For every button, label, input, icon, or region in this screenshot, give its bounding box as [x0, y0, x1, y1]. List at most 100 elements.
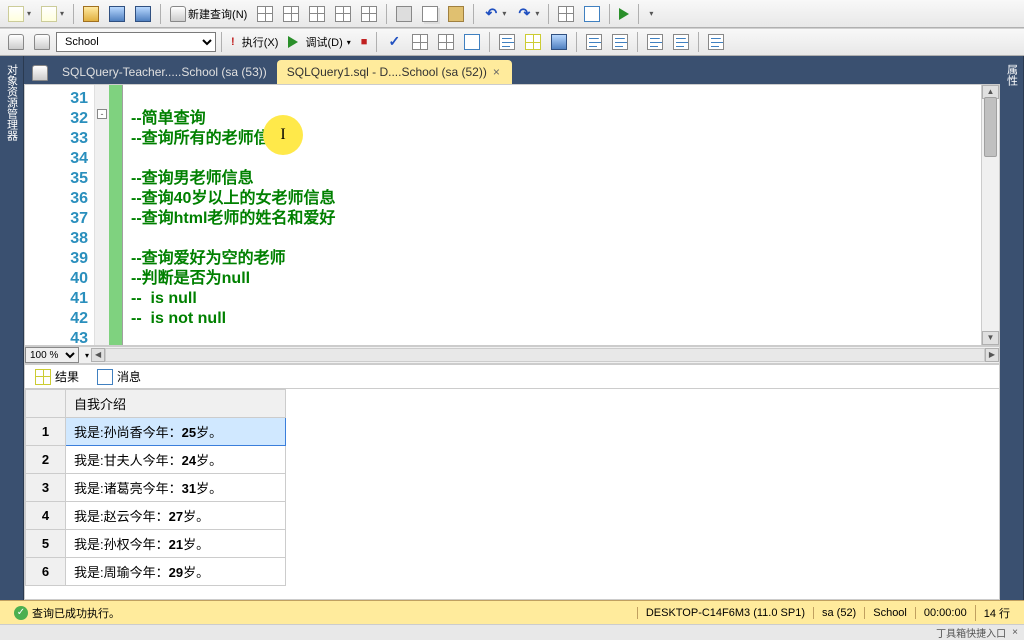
save-button[interactable] [105, 3, 129, 25]
undo-button[interactable]: ↶ [479, 3, 510, 25]
status-server: DESKTOP-C14F6M3 (11.0 SP1) [637, 607, 813, 619]
footer-bar: 丁具箱快捷入口 × [0, 624, 1024, 640]
toolbox-shortcut-label[interactable]: 丁具箱快捷入口 [936, 625, 1006, 640]
undo-icon: ↶ [483, 6, 499, 22]
config-button[interactable] [644, 3, 657, 25]
messages-tab-label: 消息 [117, 368, 141, 385]
tb-btn-7[interactable] [305, 3, 329, 25]
row-header[interactable]: 2 [26, 446, 66, 474]
footer-close-icon[interactable]: × [1012, 627, 1018, 638]
intellisense-button[interactable] [460, 31, 484, 53]
zoom-down-icon: ▾ [85, 351, 89, 360]
parse-button[interactable]: ✓ [382, 31, 406, 53]
editor-vertical-scrollbar[interactable]: ▲ ▼ [981, 85, 999, 345]
execute-label: 执行(X) [242, 34, 279, 50]
new-query-button[interactable]: 新建查询(N) [166, 3, 251, 25]
fold-strip: - [95, 85, 109, 345]
open-button[interactable] [79, 3, 103, 25]
tb-btn-9[interactable] [357, 3, 381, 25]
plan-button[interactable] [408, 31, 432, 53]
specify-icon [708, 34, 724, 50]
messages-tab[interactable]: 消息 [93, 366, 145, 387]
results-tab[interactable]: 结果 [31, 366, 83, 387]
new-icon [8, 6, 24, 22]
column-header[interactable]: 自我介绍 [66, 390, 286, 418]
hscroll-right-arrow[interactable]: ▶ [985, 348, 999, 362]
tb-btn-15[interactable] [554, 3, 578, 25]
result-cell[interactable]: 我是:甘夫人今年：24岁。 [66, 446, 286, 474]
connect-icon [8, 34, 24, 50]
cancel-query-button[interactable]: ■ [357, 31, 372, 53]
database-selector[interactable]: School [56, 32, 216, 52]
connect-button[interactable] [4, 31, 28, 53]
row-header[interactable]: 5 [26, 530, 66, 558]
code-area[interactable]: I --简单查询--查询所有的老师信息--查询男老师信息--查询40岁以上的女老… [123, 85, 981, 345]
debug-play-icon [288, 36, 298, 48]
row-header[interactable]: 6 [26, 558, 66, 586]
code-line: --判断是否为null [131, 269, 973, 289]
save-all-icon [135, 6, 151, 22]
stop-icon: ■ [361, 36, 368, 48]
results-file-button[interactable] [547, 31, 571, 53]
row-header[interactable]: 4 [26, 502, 66, 530]
copy-button[interactable] [418, 3, 442, 25]
debug-button[interactable]: 调试(D)▾ [284, 31, 354, 53]
tb-btn-5[interactable] [253, 3, 277, 25]
indent-button[interactable] [643, 31, 667, 53]
status-database: School [864, 607, 915, 619]
fold-toggle[interactable]: - [97, 109, 107, 119]
results-grid-button[interactable] [521, 31, 545, 53]
corner-header [26, 390, 66, 418]
tab-active[interactable]: SQLQuery1.sql - D....School (sa (52))× [277, 60, 512, 84]
start-button[interactable] [615, 3, 633, 25]
scroll-down-arrow[interactable]: ▼ [982, 331, 999, 345]
tb-btn-16[interactable] [580, 3, 604, 25]
object-explorer-panel[interactable]: 对象资源管理器 [0, 56, 24, 616]
options-icon [438, 34, 454, 50]
properties-panel[interactable]: 属性 [1000, 56, 1024, 616]
result-cell[interactable]: 我是:周瑜今年：29岁。 [66, 558, 286, 586]
results-text-button[interactable] [495, 31, 519, 53]
tb-btn-8[interactable] [331, 3, 355, 25]
results-grid[interactable]: 自我介绍 1我是:孙尚香今年：25岁。2我是:甘夫人今年：24岁。3我是:诸葛亮… [25, 389, 999, 599]
change-connection-button[interactable] [30, 31, 54, 53]
code-line: --简单查询 [131, 109, 973, 129]
comment-button[interactable] [582, 31, 606, 53]
zoom-selector[interactable]: 100 % [25, 347, 79, 363]
save-all-button[interactable] [131, 3, 155, 25]
code-line: --查询html老师的姓名和爱好 [131, 209, 973, 229]
cut-icon [396, 6, 412, 22]
tab-close-icon[interactable]: × [491, 65, 502, 79]
execute-button[interactable]: ! 执行(X) [227, 31, 282, 53]
properties-label: 属性 [1004, 64, 1020, 86]
result-cell[interactable]: 我是:孙权今年：21岁。 [66, 530, 286, 558]
code-line: --查询爱好为空的老师 [131, 249, 973, 269]
outdent-button[interactable] [669, 31, 693, 53]
grid-results-icon [525, 34, 541, 50]
object-explorer-label: 对象资源管理器 [4, 64, 20, 141]
result-cell[interactable]: 我是:诸葛亮今年：31岁。 [66, 474, 286, 502]
hscroll-left-arrow[interactable]: ◀ [91, 348, 105, 362]
row-header[interactable]: 3 [26, 474, 66, 502]
add-item-button[interactable] [37, 3, 68, 25]
paste-button[interactable] [444, 3, 468, 25]
redo-button[interactable]: ↷ [512, 3, 543, 25]
specify-values-button[interactable] [704, 31, 728, 53]
indent-icon [647, 34, 663, 50]
document-tabs: SQLQuery-Teacher.....School (sa (53)) SQ… [24, 56, 1000, 84]
message-icon [97, 369, 113, 385]
tab-header-icon[interactable] [28, 62, 52, 84]
sql-file-icon [32, 65, 48, 81]
tab-inactive[interactable]: SQLQuery-Teacher.....School (sa (53)) [52, 60, 277, 84]
result-cell[interactable]: 我是:孙尚香今年：25岁。 [66, 418, 286, 446]
editor-horizontal-scrollbar[interactable] [105, 348, 985, 362]
result-cell[interactable]: 我是:赵云今年：27岁。 [66, 502, 286, 530]
new-project-button[interactable] [4, 3, 35, 25]
cut-button[interactable] [392, 3, 416, 25]
tb-btn-6[interactable] [279, 3, 303, 25]
scroll-thumb[interactable] [984, 97, 997, 157]
play-icon [619, 8, 629, 20]
options-button[interactable] [434, 31, 458, 53]
uncomment-button[interactable] [608, 31, 632, 53]
row-header[interactable]: 1 [26, 418, 66, 446]
